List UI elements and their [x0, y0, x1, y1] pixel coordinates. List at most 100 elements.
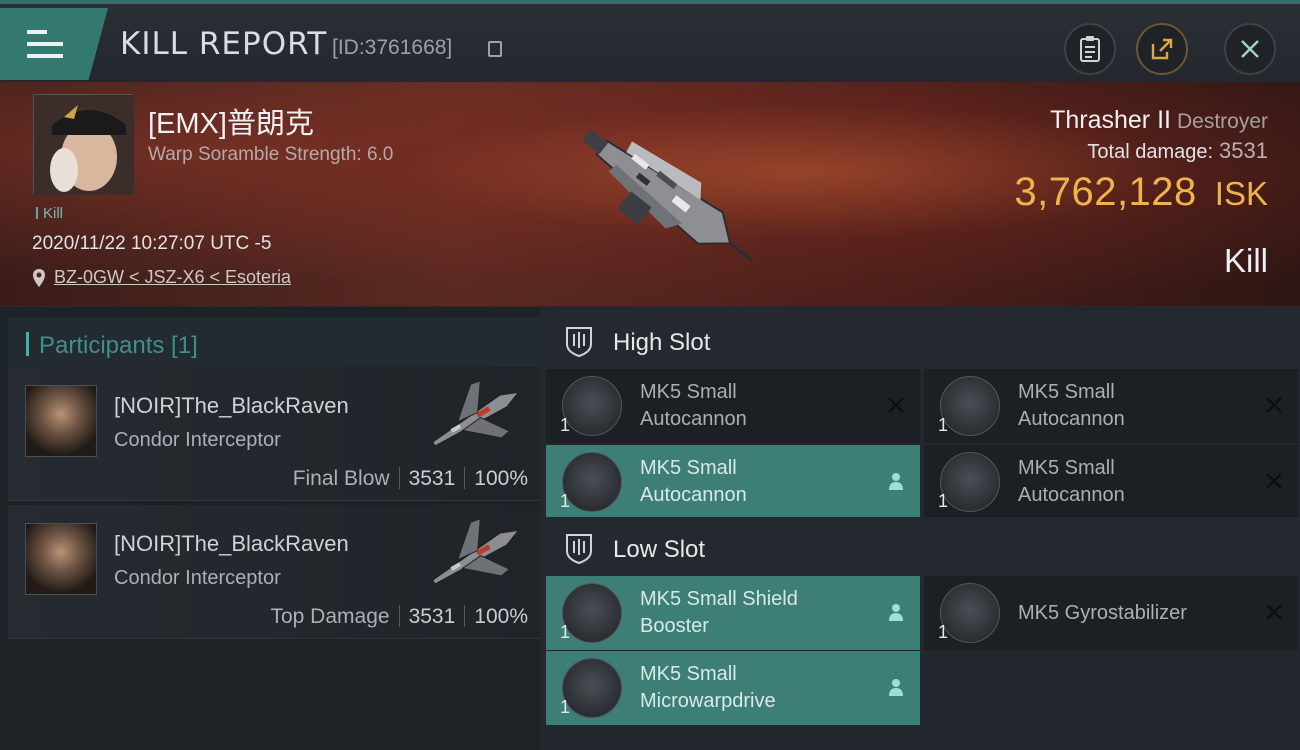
autocannon-icon — [940, 452, 1000, 512]
module-name: MK5 Small Shield Booster — [640, 586, 880, 640]
participant-ship: Condor Interceptor — [114, 429, 281, 451]
module-name-line2: Autocannon — [640, 484, 747, 506]
dropped-person-icon — [889, 473, 903, 490]
module-qty: 1 — [938, 622, 949, 642]
module-card[interactable]: 1 MK5 Small Autocannon — [924, 445, 1298, 519]
module-name-line1: MK5 Small — [1018, 457, 1115, 479]
module-name-line1: MK5 Small Shield — [640, 588, 798, 610]
total-damage: Total damage: 3531 — [1087, 138, 1268, 164]
kill-datetime: 2020/11/22 10:27:07 UTC -5 — [32, 233, 272, 254]
gyrostabilizer-icon — [940, 583, 1000, 643]
low-slot-header: Low Slot — [540, 517, 1300, 579]
module-name: MK5 Small Microwarpdrive — [640, 661, 880, 715]
module-name: MK5 Small Autocannon — [1018, 379, 1258, 433]
victim-subtitle: Warp Soramble Strength: 6.0 — [148, 144, 394, 165]
participant-stats: Final Blow 3531 100% — [293, 467, 528, 491]
participant-row[interactable]: [NOIR]The_BlackRaven Condor Interceptor … — [8, 505, 540, 639]
module-name: MK5 Small Autocannon — [640, 379, 880, 433]
participant-percent: 100% — [474, 605, 528, 628]
participant-ship-image — [431, 380, 521, 448]
participant-ship-image — [431, 518, 521, 586]
module-name-line2: Autocannon — [640, 408, 747, 430]
low-slot-title: Low Slot — [613, 536, 706, 563]
share-icon — [1151, 38, 1173, 60]
kill-tag: Kill — [36, 205, 63, 222]
module-qty: 1 — [560, 622, 571, 642]
page-title: KILL REPORT — [120, 26, 328, 62]
module-card[interactable]: 1 MK5 Small Shield Booster — [546, 576, 920, 650]
participant-role: Top Damage — [270, 605, 390, 628]
module-qty: 1 — [560, 491, 571, 511]
total-damage-label: Total damage: — [1087, 141, 1214, 163]
participant-name: [NOIR]The_BlackRaven — [114, 531, 349, 556]
module-name-line2: Autocannon — [1018, 484, 1125, 506]
dropped-person-icon — [889, 604, 903, 621]
module-qty: 1 — [560, 697, 571, 717]
report-id: [ID:3761668] — [332, 36, 453, 59]
participant-row[interactable]: [NOIR]The_BlackRaven Condor Interceptor … — [8, 367, 540, 501]
module-name-line1: MK5 Small — [640, 457, 737, 479]
module-name-line2: Autocannon — [1018, 408, 1125, 430]
participants-panel: Participants [1] [NOIR]The_BlackRaven Co… — [0, 307, 540, 750]
module-card[interactable]: 1 MK5 Small Autocannon — [546, 445, 920, 519]
microwarpdrive-icon — [562, 658, 622, 718]
participant-avatar[interactable] — [25, 523, 97, 595]
participant-percent: 100% — [474, 467, 528, 490]
autocannon-icon — [940, 376, 1000, 436]
menu-icon — [27, 30, 63, 58]
total-damage-value: 3531 — [1219, 138, 1268, 163]
kill-summary: [EMX]普朗克 Warp Soramble Strength: 6.0 Kil… — [0, 82, 1300, 307]
module-card[interactable]: 1 MK5 Gyrostabilizer — [924, 576, 1298, 650]
destroyed-x-icon — [1266, 604, 1282, 620]
clipboard-button[interactable] — [1064, 23, 1116, 75]
slot-shield-icon — [566, 327, 592, 358]
top-bar: KILL REPORT [ID:3761668] — [0, 0, 1300, 82]
participant-name: [NOIR]The_BlackRaven — [114, 393, 349, 418]
module-name: MK5 Gyrostabilizer — [1018, 602, 1187, 624]
module-card[interactable]: 1 MK5 Small Microwarpdrive — [546, 651, 920, 725]
menu-button[interactable] — [0, 8, 108, 80]
slot-shield-icon — [566, 534, 592, 565]
victim-portrait-image — [34, 95, 134, 195]
participant-stats: Top Damage 3531 100% — [270, 605, 528, 629]
fittings-panel: High Slot 1 MK5 Small Autocannon 1 MK5 Sm… — [540, 307, 1300, 750]
high-slot-title: High Slot — [613, 329, 711, 356]
module-card[interactable]: 1 MK5 Small Autocannon — [546, 369, 920, 443]
victim-ship: Thrasher II Destroyer — [1050, 106, 1268, 135]
module-qty: 1 — [560, 415, 571, 435]
module-qty: 1 — [938, 415, 949, 435]
autocannon-icon — [562, 452, 622, 512]
isk-value: 3,762,128 ISK — [1014, 170, 1268, 215]
module-name-line1: MK5 Small — [640, 381, 737, 403]
victim-avatar[interactable] — [33, 94, 134, 195]
isk-unit: ISK — [1214, 175, 1268, 212]
module-name-line2: Booster — [640, 615, 709, 637]
module-name-line1: MK5 Small — [640, 663, 737, 685]
module-qty: 1 — [938, 491, 949, 511]
kill-location-link[interactable]: BZ-0GW < JSZ-X6 < Esoteria — [54, 267, 291, 288]
high-slot-header: High Slot — [540, 310, 1300, 372]
module-card[interactable]: 1 MK5 Small Autocannon — [924, 369, 1298, 443]
module-name: MK5 Small Autocannon — [640, 455, 880, 509]
dropped-person-icon — [889, 679, 903, 696]
module-name-line2: Microwarpdrive — [640, 690, 776, 712]
close-icon — [1241, 40, 1259, 58]
isk-amount: 3,762,128 — [1014, 170, 1197, 214]
shield-booster-icon — [562, 583, 622, 643]
share-button[interactable] — [1136, 23, 1188, 75]
close-button[interactable] — [1224, 23, 1276, 75]
destroyed-x-icon — [888, 397, 904, 413]
ship-class: Destroyer — [1176, 110, 1268, 133]
autocannon-icon — [562, 376, 622, 436]
ship-name: Thrasher II — [1050, 106, 1171, 134]
victim-name[interactable]: [EMX]普朗克 — [148, 100, 314, 142]
participant-avatar[interactable] — [25, 385, 97, 457]
participant-damage: 3531 — [408, 605, 456, 628]
destroyed-x-icon — [1266, 473, 1282, 489]
participant-role: Final Blow — [292, 467, 390, 490]
location-pin-icon — [33, 269, 45, 287]
module-name-line1: MK5 Small — [1018, 381, 1115, 403]
participant-damage: 3531 — [408, 467, 456, 490]
copy-icon[interactable] — [488, 41, 502, 57]
module-name: MK5 Small Autocannon — [1018, 455, 1258, 509]
